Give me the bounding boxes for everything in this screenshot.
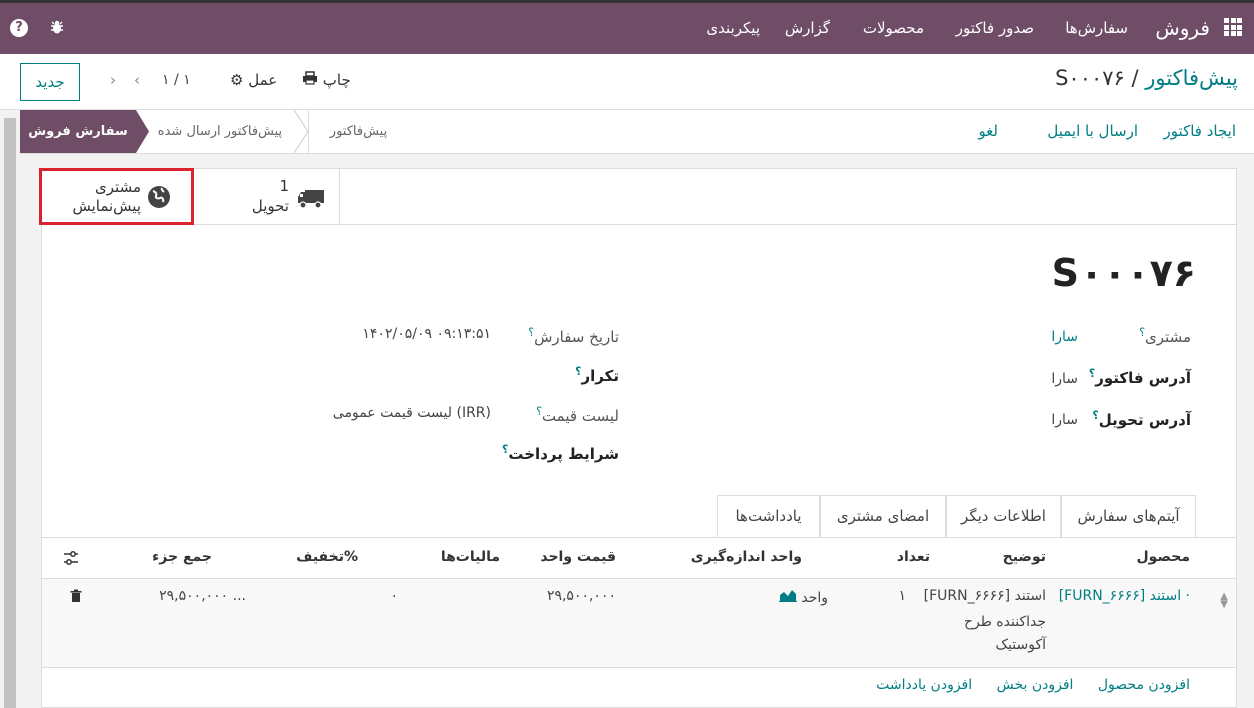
invoice-address-value[interactable]: سارا — [1051, 371, 1078, 387]
tab-order-lines[interactable]: آیتم‌های سفارش — [1061, 495, 1196, 538]
trash-icon[interactable] — [70, 588, 82, 607]
app-brand[interactable]: فروش — [1155, 16, 1210, 40]
delivery-address-label: آدرس تحویل؟ — [1092, 409, 1191, 429]
status-bar: ایجاد فاکتور ارسال با ایمیل لغو پیش‌فاکت… — [20, 110, 1254, 154]
table-row[interactable]: ▲ ▼ [FURN_۶۶۶۶] استند · [FURN_۶۶۶۶] استند… — [42, 579, 1236, 668]
cell-discount[interactable]: ۰ — [390, 588, 398, 604]
column-taxes[interactable]: مالیات‌ها — [441, 549, 500, 565]
scrollbar-thumb[interactable] — [4, 118, 16, 708]
column-subtotal[interactable]: جمع جزء — [152, 549, 212, 565]
top-navbar: فروش سفارش‌ها صدور فاکتور محصولات گزارش … — [0, 0, 1254, 54]
breadcrumb: پیش‌فاکتور / S۰۰۰۷۶ — [1055, 66, 1238, 90]
control-panel: پیش‌فاکتور / S۰۰۰۷۶ چاپ ⚙ عمل ۱ / ۱ ‹ › … — [0, 54, 1254, 110]
column-product[interactable]: محصول — [1137, 549, 1190, 565]
pager-previous-icon[interactable]: ‹ — [134, 71, 140, 89]
pricelist-label: لیست قیمت؟ — [536, 405, 619, 425]
record-title: S۰۰۰۷۶ — [1051, 251, 1196, 295]
column-unit-price[interactable]: قیمت واحد — [540, 549, 616, 565]
help-icon[interactable]: ? — [10, 19, 28, 37]
recurrence-label: تکرار؟ — [575, 365, 619, 385]
breadcrumb-parent[interactable]: پیش‌فاکتور — [1145, 66, 1238, 90]
drag-handle-icon[interactable]: ▲ ▼ — [1220, 592, 1228, 610]
add-line-links: افزودن محصول افزودن بخش افزودن یادداشت — [856, 677, 1190, 693]
apps-icon[interactable] — [1224, 18, 1242, 36]
truck-icon — [297, 188, 325, 214]
cell-uom-group: واحد — [778, 588, 828, 606]
customer-value[interactable]: سارا — [1051, 329, 1078, 345]
cell-description-line-2[interactable]: جداکننده طرح — [964, 614, 1046, 630]
add-product-link[interactable]: افزودن محصول — [1098, 677, 1190, 693]
order-date-label: تاریخ سفارش؟ — [528, 326, 619, 346]
pager-next-icon[interactable]: › — [110, 71, 116, 89]
breadcrumb-separator: / — [1131, 66, 1139, 90]
menu-orders[interactable]: سفارش‌ها — [1065, 19, 1128, 37]
pricelist-value[interactable]: لیست قیمت عمومی (IRR) — [333, 405, 491, 421]
gear-icon: ⚙ — [230, 71, 244, 89]
cell-product[interactable]: [FURN_۶۶۶۶] استند · — [1059, 588, 1190, 604]
stage-arrow-icon — [136, 110, 149, 153]
delivery-count: 1 — [279, 177, 289, 195]
highlight-box — [39, 168, 194, 225]
stage-quotation-sent[interactable]: پیش‌فاکتور ارسال شده — [146, 110, 294, 153]
column-discount[interactable]: تخفیف% — [296, 549, 358, 565]
add-note-link[interactable]: افزودن یادداشت — [876, 677, 972, 693]
add-section-link[interactable]: افزودن بخش — [997, 677, 1074, 693]
delivery-address-value[interactable]: سارا — [1051, 412, 1078, 428]
cell-description-line-3[interactable]: آکوستیک — [996, 637, 1047, 653]
menu-reporting[interactable]: گزارش — [785, 19, 830, 37]
order-date-value[interactable]: ۱۴۰۲/۰۵/۰۹ ۰۹:۱۳:۵۱ — [362, 326, 491, 342]
pager-value[interactable]: ۱ / ۱ — [162, 72, 191, 88]
printer-icon — [302, 71, 323, 89]
cell-uom[interactable]: واحد — [801, 590, 828, 606]
table-header: محصول توضیح تعداد واحد اندازه‌گیری قیمت … — [42, 537, 1236, 579]
tab-customer-signature[interactable]: امضای مشتری — [820, 495, 946, 537]
print-button[interactable]: چاپ — [302, 71, 351, 89]
delivery-smart-button[interactable]: 1 تحویل — [192, 169, 340, 225]
menu-invoicing[interactable]: صدور فاکتور — [956, 19, 1034, 37]
column-description[interactable]: توضیح — [1003, 549, 1046, 565]
stage-separator-icon — [293, 110, 309, 153]
cell-subtotal: ۲۹,۵۰۰,۰۰۰ ... — [159, 588, 246, 604]
delivery-label: تحویل — [251, 197, 289, 215]
column-quantity[interactable]: تعداد — [897, 549, 930, 565]
cell-quantity[interactable]: ۱ — [898, 588, 906, 604]
menu-products[interactable]: محصولات — [863, 19, 924, 37]
tab-other-info[interactable]: اطلاعات دیگر — [946, 495, 1061, 537]
action-button[interactable]: ⚙ عمل — [230, 71, 277, 89]
payment-terms-label: شرایط پرداخت؟ — [501, 443, 619, 463]
cancel-button[interactable]: لغو — [978, 122, 998, 140]
cell-description-line-1[interactable]: [FURN_۶۶۶۶] استند — [924, 588, 1046, 604]
forecast-chart-icon[interactable] — [778, 590, 801, 606]
cell-unit-price[interactable]: ۲۹,۵۰۰,۰۰۰ — [547, 588, 616, 604]
menu-configuration[interactable]: پیکربندی — [706, 19, 760, 37]
stage-quotation[interactable]: پیش‌فاکتور — [308, 110, 408, 153]
form-sheet: مشتری پیش‌نمایش 1 تحویل S۰۰۰۷۶ مشتری؟ سا… — [41, 168, 1237, 708]
tab-notes[interactable]: یادداشت‌ها — [717, 495, 820, 537]
invoice-address-label: آدرس فاکتور؟ — [1088, 367, 1191, 387]
customer-label: مشتری؟ — [1139, 326, 1191, 346]
smart-button-row: مشتری پیش‌نمایش 1 تحویل — [42, 169, 1236, 225]
column-settings-icon[interactable] — [62, 550, 80, 570]
new-button[interactable]: جدید — [20, 63, 80, 101]
create-invoice-button[interactable]: ایجاد فاکتور — [1164, 122, 1236, 140]
breadcrumb-current: S۰۰۰۷۶ — [1055, 66, 1125, 90]
action-label: عمل — [248, 71, 278, 89]
print-label: چاپ — [322, 71, 351, 89]
column-uom[interactable]: واحد اندازه‌گیری — [691, 549, 802, 565]
bug-icon[interactable] — [48, 19, 66, 37]
send-email-button[interactable]: ارسال با ایمیل — [1047, 122, 1138, 140]
stage-sales-order: سفارش فروش — [20, 110, 136, 153]
